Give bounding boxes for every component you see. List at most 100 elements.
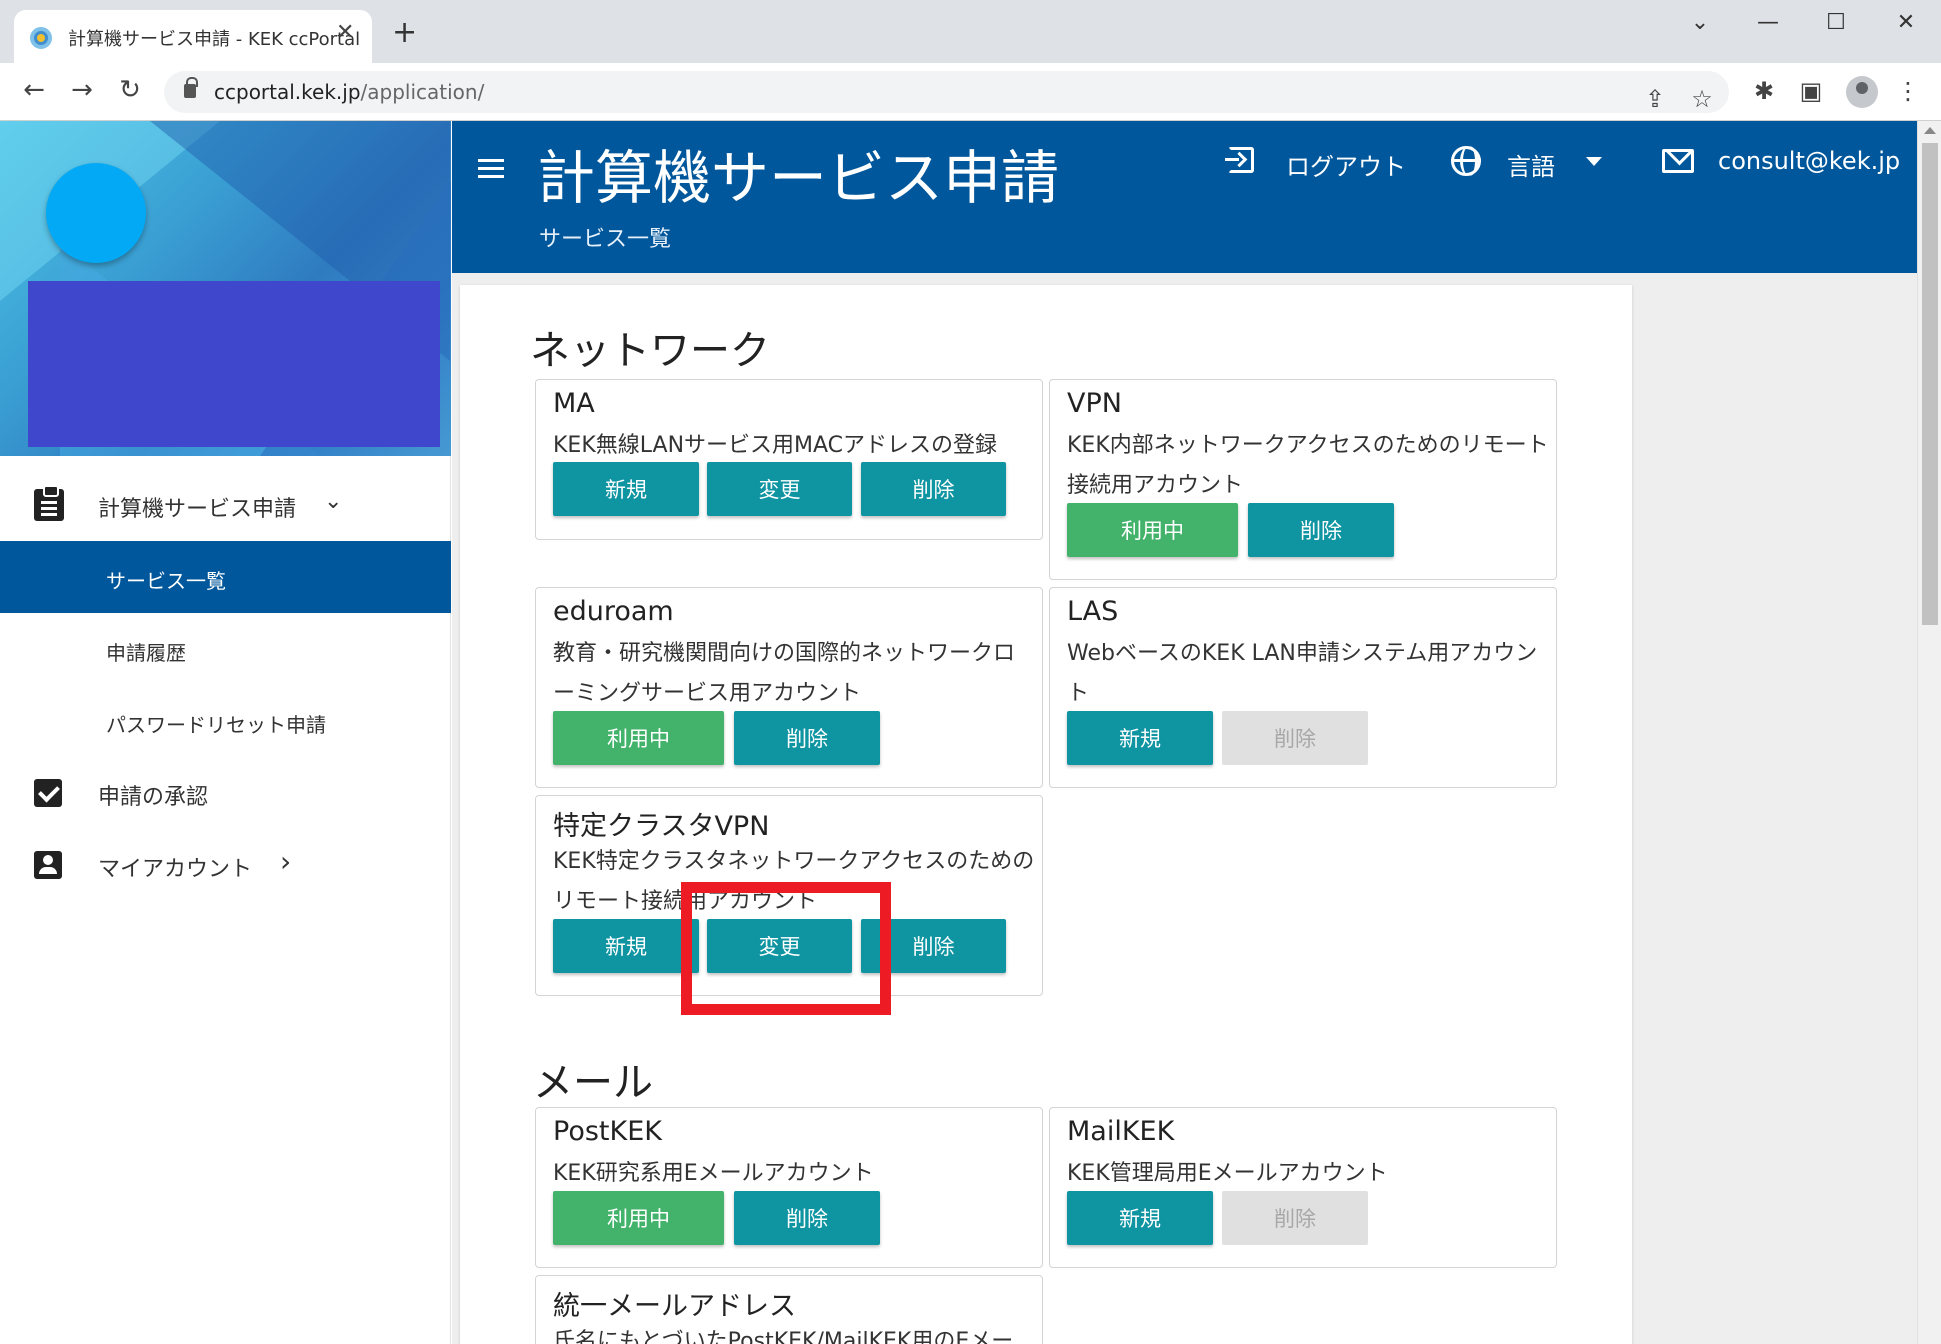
sidebar-banner (0, 121, 451, 456)
menu-compute-service-application[interactable]: 計算機サービス申請 ⌄ (0, 469, 451, 541)
tab-search-icon[interactable]: ⌄ (1680, 10, 1720, 35)
menu-approval[interactable]: 申請の承認 (0, 757, 451, 829)
sidebar-item-service-list[interactable]: サービス一覧 (0, 541, 451, 613)
menu-my-account-label: マイアカウント (98, 857, 253, 882)
ma-delete-button[interactable]: 削除 (861, 462, 1006, 516)
browser-tab-bar: 計算機サービス申請 - KEK ccPortal ✕ + ⌄ — ☐ ✕ (0, 0, 1941, 63)
service-card-eduroam: eduroam 教育・研究機関間向けの国際的ネットワークローミングサービス用アカ… (535, 587, 1043, 788)
share-icon[interactable]: ⇪ (1640, 85, 1670, 113)
menu-my-account[interactable]: マイアカウント › (0, 829, 451, 901)
forward-icon[interactable]: → (64, 75, 100, 105)
chevron-down-icon: ⌄ (324, 489, 343, 514)
url-host: ccportal.kek.jp (214, 80, 361, 104)
cluster-vpn-new-button[interactable]: 新規 (553, 919, 699, 973)
menu-compute-service-label: 計算機サービス申請 (98, 497, 297, 522)
service-name: 特定クラスタVPN (553, 811, 770, 842)
service-description: KEK内部ネットワークアクセスのためのリモート接続用アカウント (1067, 433, 1549, 498)
app-header: 計算機サービス申請 サービス一覧 ログアウト 言語 consult@kek.jp (452, 121, 1917, 273)
chevron-right-icon: › (280, 845, 292, 878)
service-name: MA (553, 388, 595, 419)
minimize-icon[interactable]: — (1748, 10, 1788, 35)
page-title: 計算機サービス申請 (537, 144, 1060, 212)
logout-icon (1225, 147, 1254, 173)
service-description: 氏名にもとづいたPostKEK/MailKEK用のEメー (553, 1329, 1014, 1344)
service-name: 統一メールアドレス (553, 1291, 796, 1322)
language-selector[interactable]: 言語 (1451, 143, 1602, 183)
service-card-ma: MA KEK無線LANサービス用MACアドレスの登録 新規 変更 削除 (535, 379, 1043, 540)
hamburger-menu-icon[interactable] (478, 159, 504, 179)
sidebar-item-label: パスワードリセット申請 (106, 713, 326, 737)
sidebar-item-application-history[interactable]: 申請履歴 (0, 613, 451, 685)
scrollbar-thumb[interactable] (1922, 143, 1938, 625)
vpn-in-use-button[interactable]: 利用中 (1067, 503, 1238, 557)
page-subtitle: サービス一覧 (539, 227, 672, 252)
url-path: /application/ (360, 80, 485, 104)
service-description: KEK研究系用Eメールアカウント (553, 1161, 874, 1186)
scroll-up-icon[interactable] (1924, 127, 1936, 134)
service-description: WebベースのKEK LAN申請システム用アカウント (1067, 641, 1538, 706)
contact-email-link[interactable]: consult@kek.jp (1662, 143, 1900, 183)
ma-change-button[interactable]: 変更 (707, 462, 852, 516)
eduroam-in-use-button[interactable]: 利用中 (553, 711, 724, 765)
mailkek-new-button[interactable]: 新規 (1067, 1191, 1213, 1245)
service-description: 教育・研究機関間向けの国際的ネットワークローミングサービス用アカウント (553, 641, 1016, 706)
las-new-button[interactable]: 新規 (1067, 711, 1213, 765)
tab-close-icon[interactable]: ✕ (336, 20, 354, 45)
language-label: 言語 (1507, 153, 1555, 181)
reload-icon[interactable]: ↻ (112, 75, 148, 105)
service-card-unified-mail: 統一メールアドレス 氏名にもとづいたPostKEK/MailKEK用のEメー (535, 1275, 1043, 1344)
page-scrollbar[interactable] (1917, 121, 1941, 1344)
service-card-vpn: VPN KEK内部ネットワークアクセスのためのリモート接続用アカウント 利用中 … (1049, 379, 1557, 580)
service-name: VPN (1067, 388, 1122, 419)
sidebar: 計算機サービス申請 ⌄ サービス一覧 申請履歴 パスワードリセット申請 申請の承… (0, 121, 451, 1344)
sidebar-item-label: サービス一覧 (106, 569, 226, 593)
side-panel-icon[interactable]: ▣ (1796, 77, 1826, 105)
service-name: MailKEK (1067, 1116, 1175, 1147)
service-name: eduroam (553, 596, 674, 627)
caret-down-icon (1586, 157, 1602, 166)
service-description: KEK管理局用Eメールアカウント (1067, 1161, 1388, 1186)
service-description: KEK無線LANサービス用MACアドレスの登録 (553, 433, 998, 458)
eduroam-delete-button[interactable]: 削除 (734, 711, 880, 765)
sidebar-item-password-reset[interactable]: パスワードリセット申請 (0, 685, 451, 757)
user-avatar (46, 163, 146, 263)
lock-icon[interactable] (184, 77, 198, 98)
browser-menu-icon[interactable]: ⋮ (1893, 77, 1923, 105)
highlight-annotation (681, 882, 891, 1015)
service-card-postkek: PostKEK KEK研究系用Eメールアカウント 利用中 削除 (535, 1107, 1043, 1268)
back-icon[interactable]: ← (16, 75, 52, 105)
section-title-network: ネットワーク (530, 328, 770, 374)
las-delete-button-disabled: 削除 (1222, 711, 1368, 765)
url-text[interactable]: ccportal.kek.jp/application/ (214, 80, 484, 104)
postkek-delete-button[interactable]: 削除 (734, 1191, 880, 1245)
contact-email: consult@kek.jp (1718, 147, 1901, 175)
browser-toolbar: ← → ↻ ccportal.kek.jp/application/ ⇪ ☆ ✱… (0, 63, 1941, 121)
profile-avatar-icon[interactable] (1846, 76, 1878, 108)
globe-icon (1451, 146, 1481, 176)
mail-icon (1662, 149, 1694, 173)
address-bar[interactable]: ccportal.kek.jp/application/ ⇪ ☆ (164, 71, 1729, 113)
vpn-delete-button[interactable]: 削除 (1248, 503, 1394, 557)
service-name: LAS (1067, 596, 1119, 627)
postkek-in-use-button[interactable]: 利用中 (553, 1191, 724, 1245)
ma-new-button[interactable]: 新規 (553, 462, 699, 516)
logout-button[interactable]: ログアウト (1225, 143, 1418, 183)
clipboard-icon (34, 485, 64, 521)
account-icon (34, 851, 62, 879)
extensions-icon[interactable]: ✱ (1749, 77, 1779, 105)
browser-tab[interactable]: 計算機サービス申請 - KEK ccPortal ✕ (14, 10, 372, 63)
service-card-las: LAS WebベースのKEK LAN申請システム用アカウント 新規 削除 (1049, 587, 1557, 788)
favicon-icon (30, 27, 52, 49)
menu-approval-label: 申請の承認 (98, 785, 209, 810)
service-card-mailkek: MailKEK KEK管理局用Eメールアカウント 新規 削除 (1049, 1107, 1557, 1268)
window-close-icon[interactable]: ✕ (1886, 10, 1926, 35)
maximize-icon[interactable]: ☐ (1816, 10, 1856, 35)
logout-label: ログアウト (1286, 153, 1406, 181)
new-tab-button[interactable]: + (392, 18, 417, 48)
service-name: PostKEK (553, 1116, 662, 1147)
bookmark-star-icon[interactable]: ☆ (1687, 85, 1717, 113)
user-info-redacted (28, 281, 440, 447)
sidebar-item-label: 申請履歴 (106, 641, 186, 665)
mailkek-delete-button-disabled: 削除 (1222, 1191, 1368, 1245)
tab-title: 計算機サービス申請 - KEK ccPortal (68, 29, 361, 50)
